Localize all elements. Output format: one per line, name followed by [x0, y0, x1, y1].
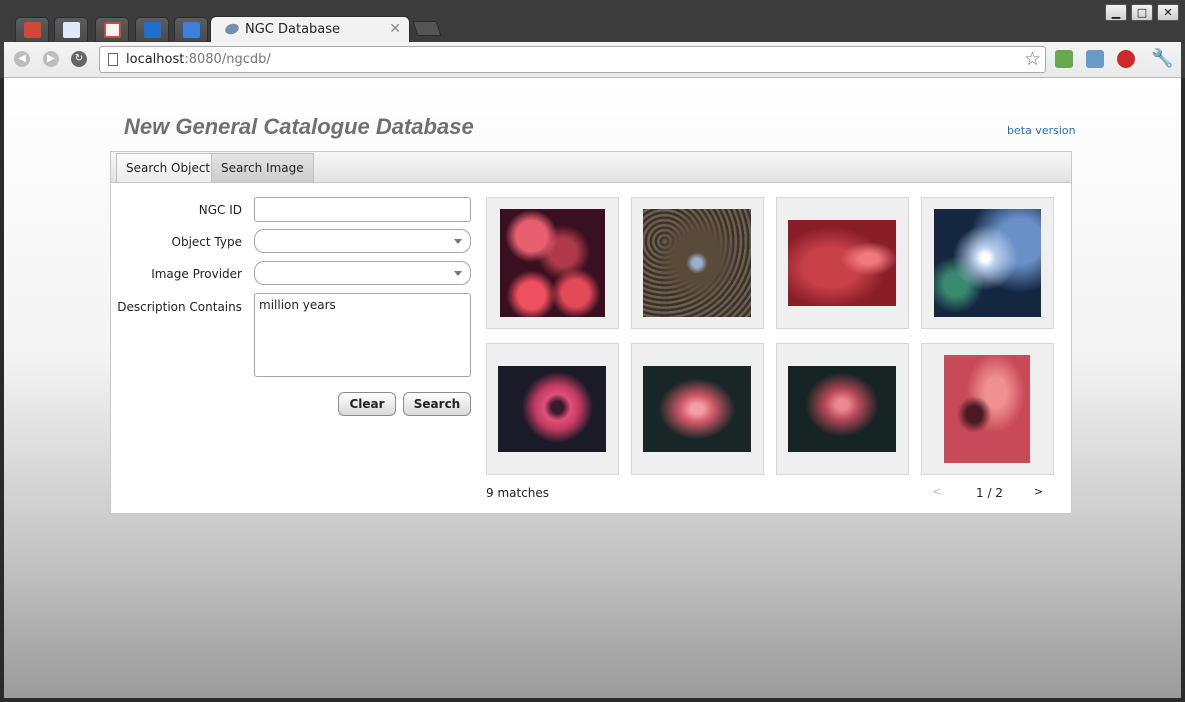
starfield-nebula-image [643, 209, 751, 317]
result-thumbnail-7[interactable] [776, 343, 909, 475]
lagoon-nebula-image [788, 220, 896, 306]
browser-chrome: NGC Database ✕ ▁ □ ✕ ◀ ▶ ↻ localhost:808… [0, 0, 1185, 78]
beta-version-link[interactable]: beta version [1007, 124, 1076, 137]
page-content: New General Catalogue Database beta vers… [4, 78, 1181, 698]
new-tab-button[interactable] [412, 21, 442, 36]
matches-count: 9 matches [486, 486, 550, 500]
back-button[interactable]: ◀ [14, 51, 30, 67]
pinned-tab-calendar[interactable] [135, 17, 169, 41]
minimize-button[interactable]: ▁ [1105, 4, 1127, 21]
chevron-down-icon [454, 239, 462, 244]
result-thumbnail-1[interactable] [486, 197, 619, 329]
cats-paw-nebula-image [500, 209, 605, 317]
saturn-icon [223, 21, 241, 37]
result-thumbnail-8[interactable] [921, 343, 1054, 475]
eagle-nebula-image [643, 366, 751, 452]
eagle-nebula-2-image [788, 366, 896, 452]
page-icon [108, 53, 118, 66]
google-apps-icon [183, 22, 200, 38]
result-thumbnail-2[interactable] [631, 197, 764, 329]
pinned-tab-google-apps[interactable] [174, 17, 208, 41]
url-text: localhost:8080/ngcdb/ [126, 52, 271, 67]
search-button[interactable]: Search [403, 392, 471, 416]
image-provider-select[interactable] [254, 261, 471, 285]
search-panel: Search Object Search Image NGC ID Object… [110, 151, 1072, 514]
ngc-id-input[interactable] [254, 197, 471, 222]
google-plus-icon [24, 22, 41, 38]
clear-button[interactable]: Clear [338, 392, 396, 416]
tab-search-image[interactable]: Search Image [211, 153, 314, 182]
gmail-icon [104, 22, 121, 38]
tab-title: NGC Database [245, 22, 341, 37]
wrench-menu-icon[interactable]: 🔧 [1151, 50, 1173, 68]
address-bar[interactable]: localhost:8080/ngcdb/ ☆ [99, 46, 1046, 73]
bookmark-star-icon[interactable]: ☆ [1024, 49, 1041, 69]
calendar-icon [144, 22, 161, 38]
result-thumbnail-3[interactable] [776, 197, 909, 329]
object-type-select[interactable] [254, 229, 471, 253]
extension-evernote-icon[interactable] [1055, 50, 1073, 68]
browser-toolbar: ◀ ▶ ↻ localhost:8080/ngcdb/ ☆ 🔧 [4, 42, 1181, 78]
reload-button[interactable]: ↻ [71, 51, 87, 67]
orion-nebula-image [934, 209, 1041, 317]
tab-ngc-database[interactable]: NGC Database ✕ [210, 16, 410, 42]
extension-adblock-icon[interactable] [1117, 50, 1135, 68]
chevron-down-icon [454, 271, 462, 276]
imo-icon [63, 22, 80, 38]
pinned-tab-gmail[interactable] [95, 17, 129, 41]
image-provider-label: Image Provider [151, 267, 242, 281]
result-thumbnail-4[interactable] [921, 197, 1054, 329]
result-thumbnail-5[interactable] [486, 343, 619, 475]
pinned-tab-imo[interactable] [54, 17, 88, 41]
rosette-nebula-image [498, 366, 606, 452]
tab-bar: Search Object Search Image [111, 152, 1071, 183]
pinned-tab-google-plus[interactable] [15, 17, 49, 41]
prev-page-button[interactable]: < [932, 485, 941, 498]
result-thumbnail-6[interactable] [631, 343, 764, 475]
object-type-label: Object Type [171, 235, 242, 249]
tab-search-object[interactable]: Search Object [116, 153, 221, 182]
ngc-id-label: NGC ID [198, 203, 242, 217]
description-textarea[interactable]: million years [254, 293, 471, 377]
close-tab-icon[interactable]: ✕ [389, 21, 401, 37]
next-page-button[interactable]: > [1034, 485, 1043, 498]
forward-button[interactable]: ▶ [43, 51, 59, 67]
extension-g-icon[interactable] [1086, 50, 1104, 68]
pillars-nebula-image [944, 355, 1030, 463]
close-window-button[interactable]: ✕ [1157, 4, 1179, 21]
maximize-button[interactable]: □ [1131, 4, 1153, 21]
description-label: Description Contains [117, 300, 242, 314]
page-indicator: 1 / 2 [976, 486, 1003, 500]
page-title: New General Catalogue Database [124, 114, 474, 139]
